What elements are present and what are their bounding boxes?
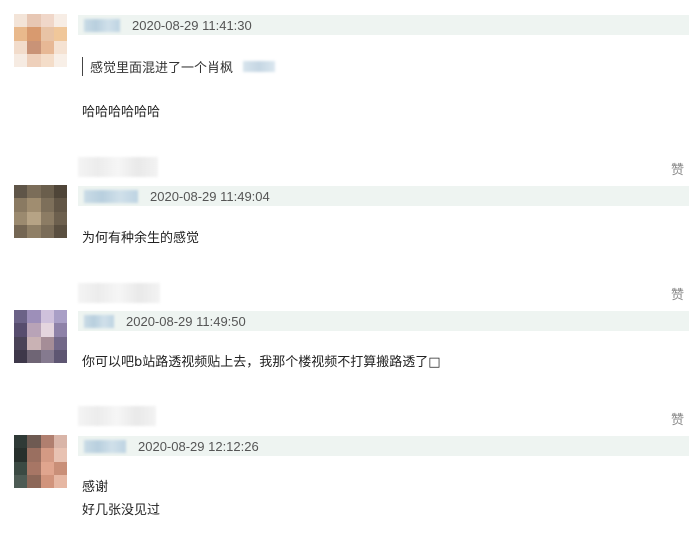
comment-meta: 2020-08-29 11:49:50 xyxy=(78,311,689,331)
avatar[interactable] xyxy=(14,14,67,67)
reply-author-placeholder xyxy=(78,406,156,426)
username[interactable] xyxy=(84,18,120,32)
comment-thread: { "like_label": "赞", "comments": [ { "ti… xyxy=(0,0,698,533)
quoted-username[interactable] xyxy=(243,61,276,72)
comment-meta: 2020-08-29 12:12:26 xyxy=(78,436,689,456)
like-button[interactable]: 赞 xyxy=(671,159,684,178)
username[interactable] xyxy=(84,314,114,328)
reply-author-placeholder xyxy=(78,283,160,303)
comment-meta: 2020-08-29 11:49:04 xyxy=(78,186,689,206)
comment-time: 2020-08-29 12:12:26 xyxy=(138,438,259,454)
avatar[interactable] xyxy=(14,310,67,363)
comment-text: 你可以吧b站路透视频贴上去，我那个楼视频不打算搬路透了□ xyxy=(82,355,441,370)
reply-author-placeholder xyxy=(78,157,158,177)
quoted-text: 感觉里面混进了一个肖枫 xyxy=(90,61,234,76)
comment-time: 2020-08-29 11:49:04 xyxy=(150,188,270,204)
avatar[interactable] xyxy=(14,185,67,238)
comment-text: 好几张没见过 xyxy=(82,503,161,518)
like-button[interactable]: 赞 xyxy=(671,284,684,303)
comment-text: 为何有种余生的感觉 xyxy=(82,231,200,246)
comment-text: 哈哈哈哈哈哈 xyxy=(82,105,161,120)
username[interactable] xyxy=(84,189,138,203)
comment-time: 2020-08-29 11:49:50 xyxy=(126,313,246,329)
comment-meta: 2020-08-29 11:41:30 xyxy=(78,15,689,35)
quoted-reply: 感觉里面混进了一个肖枫 xyxy=(82,57,276,76)
comment-time: 2020-08-29 11:41:30 xyxy=(132,17,252,33)
avatar[interactable] xyxy=(14,435,67,488)
comment-text: 感谢 xyxy=(82,480,109,495)
like-button[interactable]: 赞 xyxy=(671,409,684,428)
username[interactable] xyxy=(84,439,126,453)
